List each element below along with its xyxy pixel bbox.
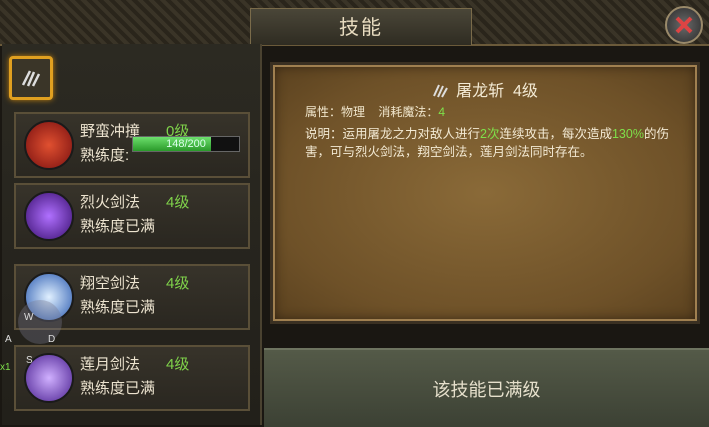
detail-description: 说明：运用屠龙之力对敌人进行2次连续攻击，每次造成130%的伤害，可与烈火剑法，… [305, 127, 669, 159]
skill-name: 烈火剑法 [80, 194, 141, 211]
proficiency-label: 熟练度已满 [80, 380, 156, 397]
fire-sword-icon [24, 191, 74, 241]
damage-percent: 130% [611, 127, 644, 141]
selected-skill-slot[interactable] [9, 56, 53, 100]
hit-count: 2次 [480, 127, 500, 141]
skill-level: 4级 [166, 275, 190, 292]
attribute-type: 属性：物理 [305, 105, 366, 119]
proficiency-value: 148/200 [166, 138, 206, 150]
detail-title: 屠龙斩 4级 [273, 77, 697, 101]
skill-name: 野蛮冲撞 [80, 123, 141, 140]
joystick-a: A [5, 334, 12, 345]
skill-row-charge[interactable]: 野蛮冲撞 0级 熟练度: 148/200 [14, 112, 250, 178]
joystick-d: D [48, 334, 56, 345]
close-button[interactable] [665, 6, 703, 44]
window-title: 技能 [250, 8, 472, 45]
skill-detail-panel: 屠龙斩 4级 属性：物理 消耗魔法：4 说明：运用屠龙之力对敌人进行2次连续攻击… [270, 62, 700, 324]
detail-skill-level: 4级 [513, 83, 538, 100]
proficiency-label: 熟练度: [80, 147, 130, 164]
skill-name: 莲月剑法 [80, 356, 141, 373]
speed-label: x1 [0, 362, 11, 373]
detail-skill-name: 屠龙斩 [456, 83, 505, 100]
proficiency-label: 熟练度已满 [80, 299, 156, 316]
sword-claw-icon [21, 70, 41, 87]
skill-row-fire-sword[interactable]: 烈火剑法 4级 熟练度已满 [14, 183, 250, 249]
charge-icon [24, 120, 74, 170]
max-level-status: 该技能已满级 [432, 380, 541, 400]
sword-claw-icon [433, 84, 448, 98]
proficiency-bar: 148/200 [132, 136, 240, 152]
joystick-s: S [26, 355, 33, 366]
skill-level: 4级 [166, 356, 190, 373]
proficiency-label: 熟练度已满 [80, 218, 156, 235]
skill-level: 4级 [166, 194, 190, 211]
skill-status-bar: 该技能已满级 [264, 348, 709, 427]
skill-row-lotus-moon[interactable]: 莲月剑法 4级 熟练度已满 [14, 345, 250, 411]
mp-cost-label: 消耗魔法： [378, 105, 439, 119]
joystick-w: W [24, 312, 34, 323]
close-icon [675, 16, 693, 34]
skill-name: 翔空剑法 [80, 275, 141, 292]
detail-attributes: 属性：物理 消耗魔法：4 [305, 103, 445, 120]
mp-cost-value: 4 [438, 105, 446, 119]
